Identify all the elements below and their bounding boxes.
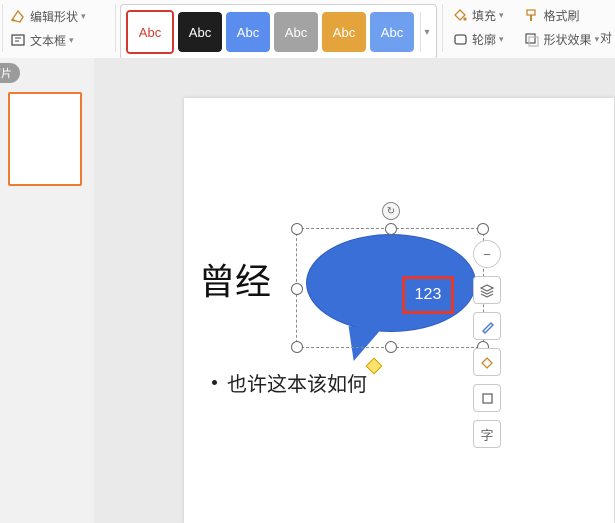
text-box-label: 文本框 — [30, 32, 66, 49]
slide-canvas[interactable]: 曾经 123 ↻ — [184, 98, 614, 523]
text-box-button[interactable]: 文本框 ▾ — [6, 28, 116, 52]
style-swatch-lightblue[interactable]: Abc — [370, 12, 414, 52]
shape-style-gallery: Abc Abc Abc Abc Abc Abc ▾ — [120, 4, 437, 60]
format-painter-icon — [524, 7, 540, 23]
minus-icon: − — [483, 247, 491, 262]
panel-tab[interactable]: 灯片 — [0, 63, 20, 83]
canvas-area[interactable]: 曾经 123 ↻ — [94, 58, 615, 523]
resize-handle-l[interactable] — [291, 283, 303, 295]
style-swatch-orange[interactable]: Abc — [322, 12, 366, 52]
slide-thumbnail-1[interactable] — [8, 92, 82, 186]
ribbon: 编辑形状 ▾ 文本框 ▾ Abc Abc Abc Abc Abc Abc ▾ — [0, 0, 615, 59]
text-box-icon — [10, 32, 26, 48]
outline-icon — [452, 31, 468, 47]
float-outline-button[interactable] — [473, 384, 501, 412]
resize-handle-b[interactable] — [385, 341, 397, 353]
outline-label: 轮廓 — [472, 31, 496, 48]
chevron-down-icon: ▾ — [499, 10, 504, 21]
chevron-down-icon: ▾ — [69, 35, 74, 46]
ribbon-shape-group: 编辑形状 ▾ 文本框 ▾ — [6, 4, 116, 52]
float-layers-button[interactable] — [473, 276, 501, 304]
bullet-item[interactable]: 也许这本该如何 — [212, 368, 367, 397]
style-swatch-outline[interactable]: Abc — [126, 10, 174, 54]
edit-shape-icon — [10, 8, 26, 24]
shape-effects-button[interactable]: 形状效果 ▾ — [520, 28, 604, 50]
resize-handle-bl[interactable] — [291, 341, 303, 353]
slide-panel: 灯片 — [0, 58, 95, 523]
float-text-button[interactable]: 字 — [473, 420, 501, 448]
floating-toolbar: − 字 — [473, 240, 501, 448]
float-pen-button[interactable] — [473, 312, 501, 340]
resize-handle-tl[interactable] — [291, 223, 303, 235]
fill-button[interactable]: 填充 ▾ — [448, 4, 508, 26]
format-painter-label: 格式刷 — [544, 7, 580, 24]
selection-border — [296, 228, 484, 348]
align-label: 对 — [600, 29, 612, 46]
ribbon-format-group: 填充 ▾ 格式刷 轮廓 ▾ — [448, 4, 608, 50]
align-button[interactable]: 对 — [600, 26, 612, 48]
rect-icon — [480, 391, 495, 406]
slide-title[interactable]: 曾经 — [199, 253, 271, 305]
resize-handle-tr[interactable] — [477, 223, 489, 235]
shape-effects-label: 形状效果 — [544, 31, 592, 48]
bullet-text: 也许这本该如何 — [227, 368, 367, 397]
rotate-handle[interactable]: ↻ — [382, 202, 400, 220]
layers-icon — [480, 283, 495, 298]
style-swatch-gray[interactable]: Abc — [274, 12, 318, 52]
pen-icon — [480, 319, 495, 334]
chevron-down-icon: ▾ — [81, 11, 86, 22]
outline-button[interactable]: 轮廓 ▾ — [448, 28, 508, 50]
edit-shape-button[interactable]: 编辑形状 ▾ — [6, 4, 116, 28]
style-swatch-black[interactable]: Abc — [178, 12, 222, 52]
chevron-down-icon: ▾ — [499, 34, 504, 45]
style-gallery-more[interactable]: ▾ — [420, 12, 433, 52]
text-icon: 字 — [480, 425, 493, 444]
float-fill-button[interactable] — [473, 348, 501, 376]
shape-effects-icon — [524, 31, 540, 47]
selected-shape[interactable]: 123 ↻ — [296, 228, 484, 348]
bucket-icon — [480, 355, 495, 370]
style-swatch-blue[interactable]: Abc — [226, 12, 270, 52]
bullet-dot-icon — [212, 380, 217, 385]
fill-icon — [452, 7, 468, 23]
float-collapse-button[interactable]: − — [473, 240, 501, 268]
edit-shape-label: 编辑形状 — [30, 8, 78, 25]
format-painter-button[interactable]: 格式刷 — [520, 4, 584, 26]
fill-label: 填充 — [472, 7, 496, 24]
resize-handle-t[interactable] — [385, 223, 397, 235]
chevron-down-icon: ▾ — [595, 34, 600, 45]
